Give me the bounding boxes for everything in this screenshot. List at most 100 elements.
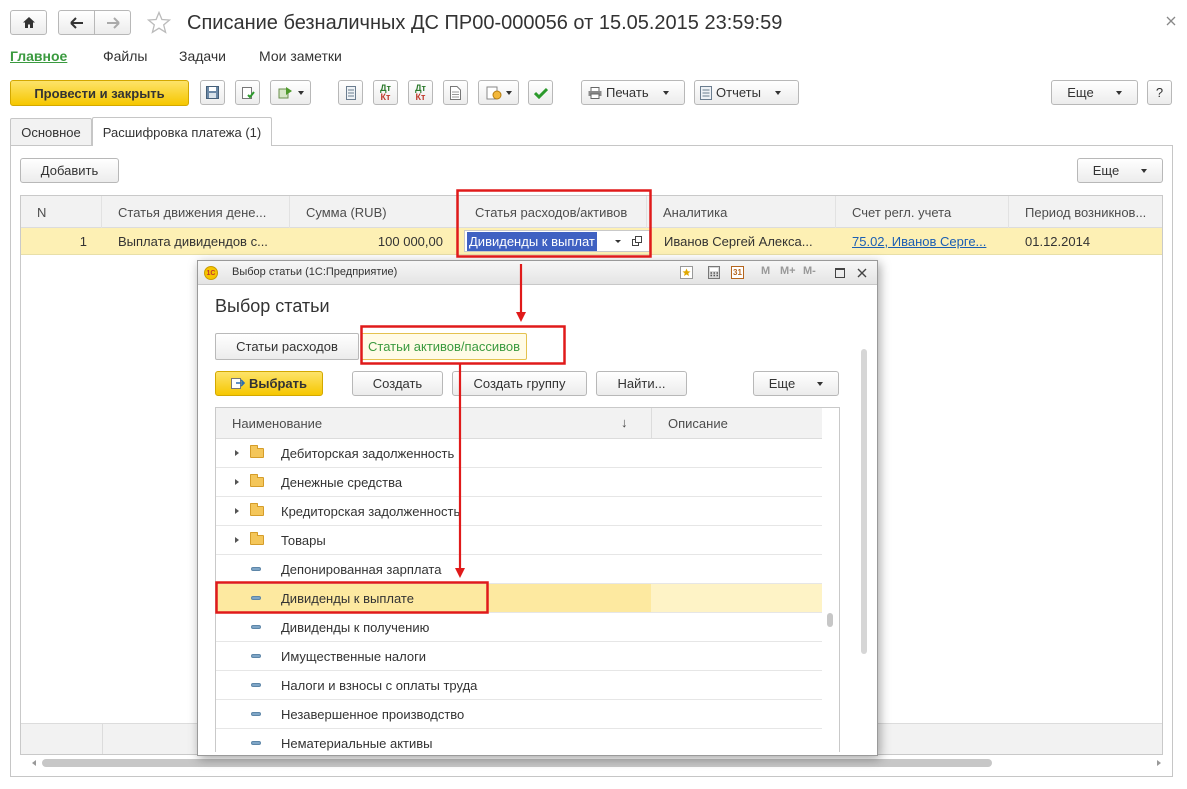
column-header-description[interactable]: Описание	[668, 416, 728, 431]
journal-button[interactable]	[338, 80, 363, 105]
forward-button[interactable]	[94, 10, 131, 35]
tab-main[interactable]: Основное	[10, 118, 92, 145]
document-icon	[450, 85, 461, 100]
favorite-star-icon[interactable]	[147, 11, 171, 34]
list-item[interactable]: Денежные средства	[216, 468, 822, 497]
select-item-dialog: 1C Выбор статьи (1С:Предприятие) 31 M M+…	[197, 260, 878, 756]
maximize-icon[interactable]	[835, 268, 845, 278]
list-item[interactable]: Налоги и взносы с оплаты труда	[216, 671, 822, 700]
column-header-n[interactable]: N	[21, 196, 102, 228]
dt-kt-button[interactable]: Дт Кт	[373, 80, 398, 105]
back-button[interactable]	[58, 10, 95, 35]
document-structure-button[interactable]	[443, 80, 468, 105]
attachments-button[interactable]	[478, 80, 519, 105]
list-scroll-thumb[interactable]	[827, 613, 833, 627]
row-analytics: Иванов Сергей Алекса...	[664, 234, 813, 249]
list-item[interactable]: Кредиторская задолженность	[216, 497, 822, 526]
dialog-vertical-scrollbar[interactable]	[861, 349, 867, 654]
expand-arrow-icon[interactable]	[235, 537, 239, 543]
report-icon	[700, 85, 712, 100]
list-icon	[345, 85, 356, 100]
dialog-heading: Выбор статьи	[215, 296, 330, 316]
column-header-expense-item[interactable]: Статья расходов/активов	[459, 196, 647, 228]
horizontal-scroll-thumb[interactable]	[42, 759, 992, 767]
catalog-item-icon	[251, 712, 261, 716]
list-item[interactable]: Депонированная зарплата	[216, 555, 822, 584]
open-item-icon[interactable]	[632, 236, 642, 246]
catalog-item-icon	[251, 654, 261, 658]
scroll-left-arrow-icon[interactable]	[32, 760, 36, 766]
folder-icon	[250, 474, 264, 487]
check-button[interactable]	[528, 80, 553, 105]
create-group-button[interactable]: Создать группу	[452, 371, 587, 396]
post-and-close-button[interactable]: Провести и закрыть	[10, 80, 189, 106]
section-files-link[interactable]: Файлы	[103, 48, 147, 64]
scroll-right-arrow-icon[interactable]	[1157, 760, 1161, 766]
column-header-account[interactable]: Счет регл. учета	[836, 196, 1009, 228]
help-button[interactable]: ?	[1147, 80, 1172, 105]
dialog-titlebar: 1C Выбор статьи (1С:Предприятие) 31 M M+…	[198, 261, 877, 285]
calculator-icon[interactable]	[708, 266, 720, 279]
post-document-button[interactable]	[235, 80, 260, 105]
document-post-icon	[241, 86, 255, 99]
row-account-link[interactable]: 75.02, Иванов Серге...	[852, 228, 1007, 255]
close-dialog-icon[interactable]	[857, 268, 867, 278]
tab-payment-details[interactable]: Расшифровка платежа (1)	[92, 117, 272, 146]
column-header-name[interactable]: Наименование	[232, 416, 322, 431]
reports-button[interactable]: Отчеты	[694, 80, 799, 105]
select-button[interactable]: Выбрать	[215, 371, 323, 396]
list-item-selected[interactable]: Дивиденды к выплате	[216, 584, 822, 613]
create-button[interactable]: Создать	[352, 371, 443, 396]
expense-item-dropdown-icon[interactable]	[615, 240, 621, 243]
expand-arrow-icon[interactable]	[235, 508, 239, 514]
close-window-icon[interactable]	[1166, 16, 1176, 26]
row-n: 1	[79, 234, 87, 249]
table-row[interactable]: 1 Выплата дивидендов с... 100 000,00 Див…	[21, 228, 1162, 255]
section-main-link[interactable]: Главное	[10, 48, 67, 64]
memory-m-minus-button[interactable]: M-	[803, 265, 816, 277]
favorites-icon[interactable]	[680, 266, 693, 279]
print-button[interactable]: Печать	[581, 80, 685, 105]
section-tasks-link[interactable]: Задачи	[179, 48, 226, 64]
chevron-down-icon	[817, 381, 824, 386]
dialog-tab-expenses[interactable]: Статьи расходов	[215, 333, 359, 360]
save-icon	[206, 86, 219, 99]
list-item[interactable]: Нематериальные активы	[216, 729, 822, 752]
column-header-analytics[interactable]: Аналитика	[647, 196, 836, 228]
column-divider	[651, 408, 652, 439]
dt-kt-entries-button[interactable]: Дт Кт	[408, 80, 433, 105]
expand-arrow-icon[interactable]	[235, 479, 239, 485]
dialog-tab-assets-liabilities[interactable]: Статьи активов/пассивов	[361, 333, 527, 360]
list-item[interactable]: Незавершенное производство	[216, 700, 822, 729]
folder-icon	[250, 532, 264, 545]
horizontal-scrollbar[interactable]	[32, 758, 1163, 768]
chevron-down-icon	[1115, 90, 1122, 95]
add-row-button[interactable]: Добавить	[20, 158, 119, 183]
list-item[interactable]: Дивиденды к получению	[216, 613, 822, 642]
catalog-item-icon	[251, 625, 261, 629]
table-more-button[interactable]: Еще	[1077, 158, 1163, 183]
memory-m-button[interactable]: M	[761, 265, 770, 277]
save-button[interactable]	[200, 80, 225, 105]
create-based-on-button[interactable]	[270, 80, 311, 105]
catalog-item-icon	[251, 596, 261, 600]
app-logo-icon: 1C	[204, 266, 218, 280]
find-button[interactable]: Найти...	[596, 371, 687, 396]
row-expense-item-field[interactable]: Дивиденды к выплат	[464, 230, 650, 252]
catalog-item-icon	[251, 741, 261, 745]
list-item[interactable]: Дебиторская задолженность	[216, 439, 822, 468]
column-header-period[interactable]: Период возникнов...	[1009, 196, 1162, 228]
list-item[interactable]: Имущественные налоги	[216, 642, 822, 671]
list-item[interactable]: Товары	[216, 526, 822, 555]
dialog-more-button[interactable]: Еще	[753, 371, 839, 396]
expand-arrow-icon[interactable]	[235, 450, 239, 456]
calendar-icon[interactable]: 31	[731, 266, 744, 279]
memory-m-plus-button[interactable]: M+	[780, 265, 796, 277]
row-amount: 100 000,00	[377, 234, 443, 249]
sort-down-arrow-icon[interactable]: ↓	[621, 415, 628, 430]
more-actions-button[interactable]: Еще	[1051, 80, 1138, 105]
home-button[interactable]	[10, 10, 47, 35]
column-header-cash-item[interactable]: Статья движения дене...	[102, 196, 290, 228]
column-header-amount[interactable]: Сумма (RUB)	[290, 196, 459, 228]
section-notes-link[interactable]: Мои заметки	[259, 48, 342, 64]
